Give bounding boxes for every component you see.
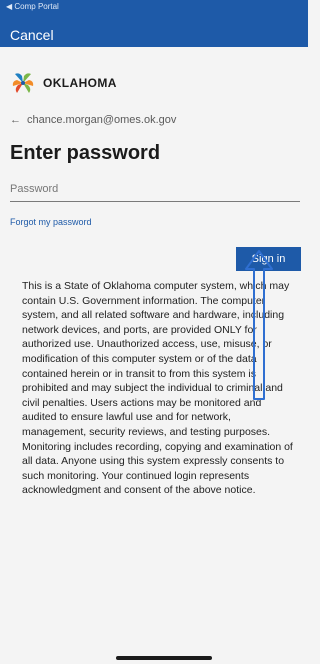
back-to-app-link[interactable]: ◀ Comp Portal	[6, 2, 59, 11]
forgot-password-link[interactable]: Forgot my password	[10, 217, 92, 227]
brand-name: OKLAHOMA	[43, 76, 117, 90]
home-indicator	[116, 656, 212, 660]
password-field[interactable]	[10, 177, 300, 202]
brand-logo: OKLAHOMA	[10, 70, 117, 96]
oklahoma-logo-icon	[12, 73, 34, 93]
up-arrow-annotation-icon	[245, 250, 273, 400]
account-back-row[interactable]: ← chance.morgan@omes.ok.gov	[10, 114, 176, 126]
account-email: chance.morgan@omes.ok.gov	[27, 114, 177, 126]
cancel-button[interactable]: Cancel	[10, 27, 54, 43]
top-bar: ◀ Comp Portal Cancel	[0, 0, 308, 47]
back-arrow-icon[interactable]: ←	[10, 114, 21, 126]
page-title: Enter password	[10, 142, 161, 164]
